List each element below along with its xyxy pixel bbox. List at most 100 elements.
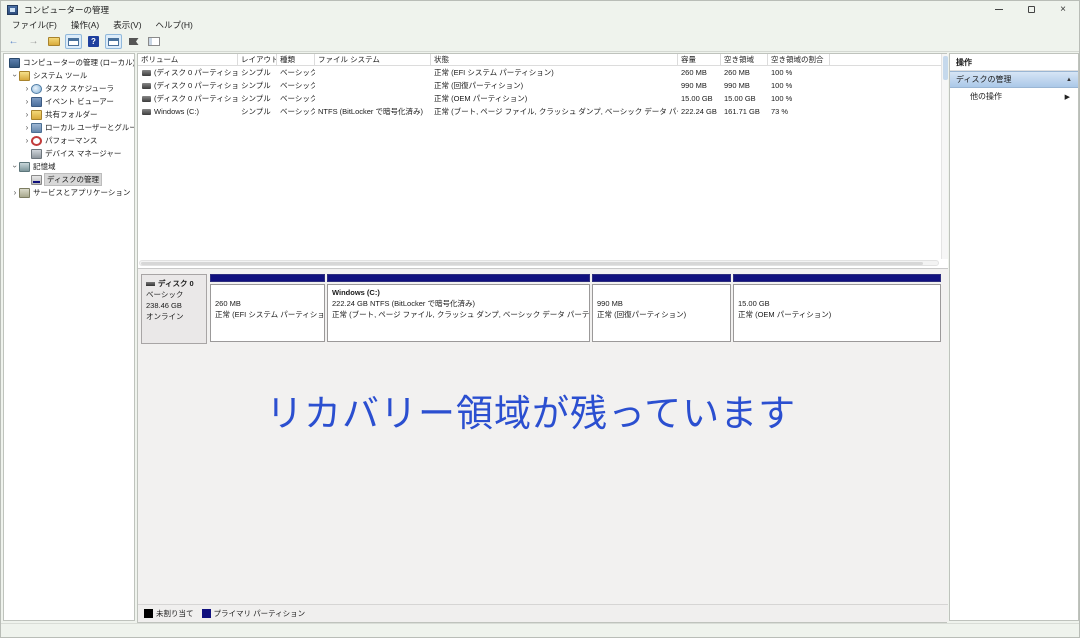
annotation-text: リカバリー領域が残っています	[266, 383, 796, 437]
menu-help[interactable]: ヘルプ(H)	[149, 19, 200, 31]
volume-layout: シンプル	[238, 79, 277, 92]
partition-status: 正常 (EFI システム パーティション)	[215, 309, 320, 320]
vertical-scrollbar[interactable]	[941, 54, 948, 259]
sidebar-item-label: ディスクの管理	[45, 174, 101, 185]
chevron-up-icon[interactable]: ▲	[1066, 77, 1072, 83]
table-row[interactable]: Windows (C:) シンプル ベーシック NTFS (BitLocker …	[138, 105, 948, 118]
sidebar-item-label: システム ツール	[33, 70, 87, 81]
folder-glyph	[48, 37, 60, 46]
console-tree-glyph	[68, 38, 79, 46]
sidebar-item-label: 記憶域	[33, 161, 56, 172]
chevron-right-icon[interactable]: ›	[23, 84, 31, 93]
volume-name: Windows (C:)	[154, 107, 199, 116]
volume-type: ベーシック	[277, 79, 315, 92]
window-title: コンピューターの管理	[24, 4, 109, 16]
scrollbar-thumb[interactable]	[943, 56, 948, 80]
chevron-down-icon[interactable]: ›	[11, 163, 20, 171]
table-row[interactable]: (ディスク 0 パーティション 5) シンプル ベーシック 正常 (OEM パー…	[138, 92, 948, 105]
close-button[interactable]: ×	[1047, 1, 1079, 18]
system-tools-icon	[19, 71, 30, 81]
action-pane-icon[interactable]	[145, 34, 162, 49]
sidebar-item-label: イベント ビューアー	[45, 96, 114, 107]
legend-primary-partition: プライマリ パーティション	[202, 608, 306, 619]
chevron-right-icon[interactable]: ›	[23, 136, 31, 145]
sidebar-item-performance[interactable]: › パフォーマンス	[4, 134, 134, 147]
show-hide-icon[interactable]	[105, 34, 122, 49]
volume-name: (ディスク 0 パーティション 5)	[154, 93, 238, 104]
volume-icon	[142, 109, 151, 115]
volume-capacity: 15.00 GB	[678, 92, 721, 105]
sidebar-item-task-scheduler[interactable]: › タスク スケジューラ	[4, 82, 134, 95]
menu-action[interactable]: 操作(A)	[64, 19, 106, 31]
scrollbar-thumb[interactable]	[141, 262, 923, 265]
help-icon[interactable]: ?	[85, 34, 102, 49]
toolbar: ← → ?	[1, 32, 1079, 52]
table-row[interactable]: (ディスク 0 パーティション 1) シンプル ベーシック 正常 (EFI シス…	[138, 66, 948, 79]
volume-free-space: 260 MB	[721, 66, 768, 79]
legend-label: プライマリ パーティション	[214, 608, 306, 619]
actions-section-label: ディスクの管理	[956, 74, 1011, 85]
console-tree-icon[interactable]	[65, 34, 82, 49]
sidebar-item-system-tools[interactable]: › システム ツール	[4, 69, 134, 82]
chevron-down-icon[interactable]: ›	[11, 72, 20, 80]
disk-icon	[146, 282, 155, 286]
chevron-right-icon[interactable]: ›	[23, 123, 31, 132]
forward-icon[interactable]: →	[25, 34, 42, 49]
sidebar-item-local-users-groups[interactable]: › ローカル ユーザーとグループ	[4, 121, 134, 134]
status-flag-icon[interactable]	[125, 34, 142, 49]
column-header-status[interactable]: 状態	[431, 54, 678, 65]
column-header-free-space[interactable]: 空き領域	[721, 54, 768, 65]
volume-list: ボリューム レイアウト 種類 ファイル システム 状態 容量 空き領域 空き領域…	[138, 54, 948, 269]
volume-layout: シンプル	[238, 105, 277, 118]
sidebar-item-label: コンピューターの管理 (ローカル)	[23, 57, 135, 68]
partition-windows-c[interactable]: Windows (C:) 222.24 GB NTFS (BitLocker で…	[327, 274, 590, 344]
column-header-layout[interactable]: レイアウト	[238, 54, 277, 65]
column-header-volume[interactable]: ボリューム	[138, 54, 238, 65]
sidebar-item-shared-folders[interactable]: › 共有フォルダー	[4, 108, 134, 121]
disk-name: ディスク 0	[158, 278, 194, 289]
shared-folders-icon	[31, 110, 42, 120]
column-header-filesystem[interactable]: ファイル システム	[315, 54, 431, 65]
sidebar-item-disk-management[interactable]: ディスクの管理	[4, 173, 134, 186]
partition-size: 990 MB	[597, 298, 726, 309]
sidebar-item-storage[interactable]: › 記憶域	[4, 160, 134, 173]
restore-button[interactable]	[1015, 1, 1047, 18]
menu-file[interactable]: ファイル(F)	[5, 19, 64, 31]
more-actions-item[interactable]: 他の操作 ▶	[950, 88, 1078, 105]
volume-filesystem: NTFS (BitLocker で暗号化済み)	[315, 105, 431, 118]
partition-color-band	[733, 274, 941, 282]
sidebar-item-label: デバイス マネージャー	[45, 148, 121, 159]
performance-icon	[31, 136, 42, 146]
back-icon[interactable]: ←	[5, 34, 22, 49]
sidebar-item-services-applications[interactable]: › サービスとアプリケーション	[4, 186, 134, 199]
menu-view[interactable]: 表示(V)	[106, 19, 148, 31]
column-header-capacity[interactable]: 容量	[678, 54, 721, 65]
volume-free-space: 15.00 GB	[721, 92, 768, 105]
volume-list-header: ボリューム レイアウト 種類 ファイル システム 状態 容量 空き領域 空き領域…	[138, 54, 948, 66]
computer-icon	[9, 58, 20, 68]
horizontal-scrollbar[interactable]	[139, 260, 939, 266]
minimize-button[interactable]	[983, 1, 1015, 18]
table-row[interactable]: (ディスク 0 パーティション 4) シンプル ベーシック 正常 (回復パーティ…	[138, 79, 948, 92]
folder-icon[interactable]	[45, 34, 62, 49]
sidebar-item-event-viewer[interactable]: › イベント ビューアー	[4, 95, 134, 108]
column-header-free-pct[interactable]: 空き領域の割合	[768, 54, 830, 65]
partition-color-band	[327, 274, 590, 282]
status-bar	[1, 623, 1079, 637]
chevron-right-icon[interactable]: ›	[11, 188, 19, 197]
volume-status: 正常 (ブート, ページ ファイル, クラッシュ ダンプ, ベーシック データ …	[431, 105, 678, 118]
column-header-type[interactable]: 種類	[277, 54, 315, 65]
sidebar-item-computer-management[interactable]: コンピューターの管理 (ローカル)	[4, 56, 134, 69]
sidebar-item-label: ローカル ユーザーとグループ	[45, 122, 135, 133]
partition-efi[interactable]: 260 MB 正常 (EFI システム パーティション)	[210, 274, 325, 344]
chevron-right-icon[interactable]: ›	[23, 97, 31, 106]
close-icon: ×	[1060, 5, 1066, 15]
sidebar-item-device-manager[interactable]: デバイス マネージャー	[4, 147, 134, 160]
actions-section-disk-management[interactable]: ディスクの管理 ▲	[950, 71, 1078, 88]
partition-oem[interactable]: 15.00 GB 正常 (OEM パーティション)	[733, 274, 941, 344]
chevron-right-icon[interactable]: ›	[23, 110, 31, 119]
partition-recovery[interactable]: 990 MB 正常 (回復パーティション)	[592, 274, 731, 344]
disk0-label-box[interactable]: ディスク 0 ベーシック 238.46 GB オンライン	[141, 274, 207, 344]
partition-status: 正常 (回復パーティション)	[597, 309, 726, 320]
partition-name: Windows (C:)	[332, 287, 585, 298]
